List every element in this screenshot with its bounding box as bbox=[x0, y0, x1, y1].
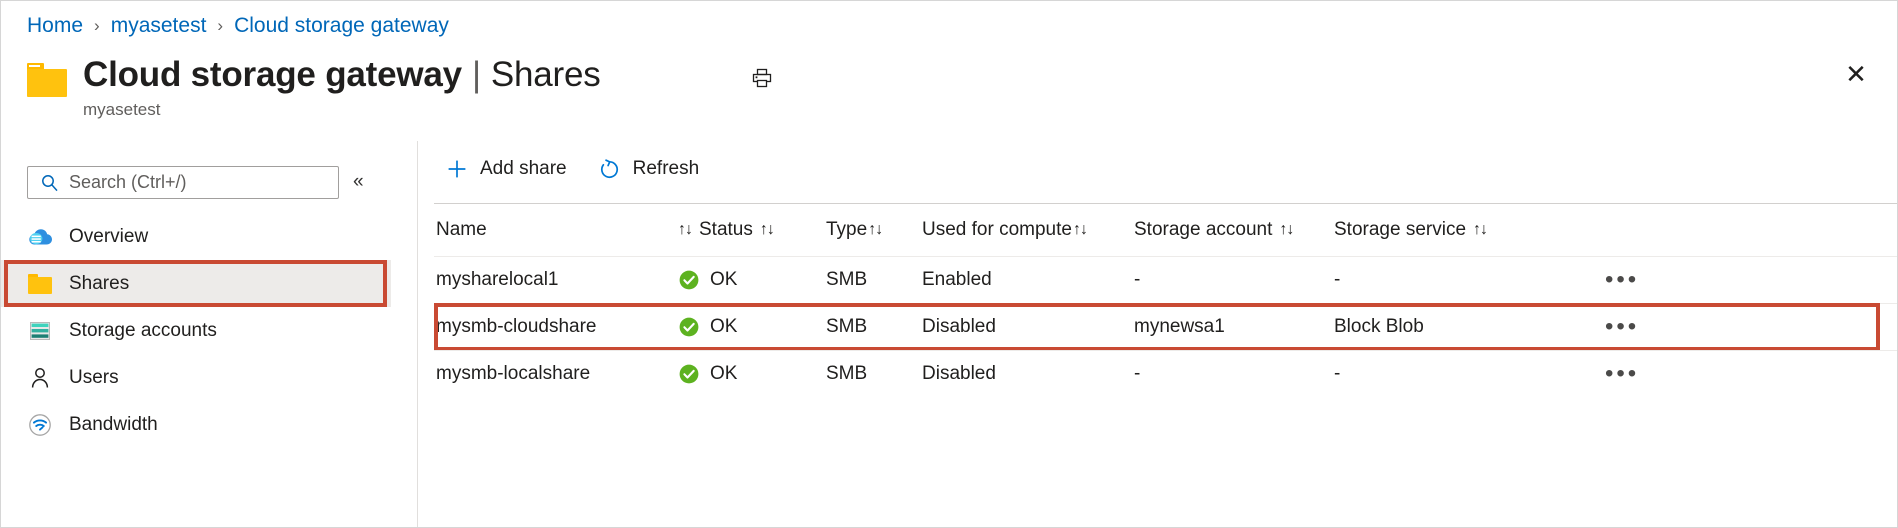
refresh-button[interactable]: Refresh bbox=[587, 151, 712, 187]
azure-portal-screen: Home › myasetest › Cloud storage gateway… bbox=[0, 0, 1898, 528]
print-icon[interactable] bbox=[745, 61, 779, 95]
cell-status: OK bbox=[676, 269, 824, 291]
breadcrumb-separator: › bbox=[217, 17, 223, 34]
cell-used-for-compute: Enabled bbox=[920, 269, 1132, 291]
breadcrumb-separator: › bbox=[94, 17, 100, 34]
sidebar-item-overview[interactable]: Overview bbox=[1, 213, 391, 260]
sort-icon[interactable]: ↑↓ bbox=[868, 221, 882, 239]
row-menu-button[interactable]: ••• bbox=[1605, 322, 1639, 332]
sidebar-item-label: Users bbox=[69, 367, 119, 389]
cell-type: SMB bbox=[824, 269, 920, 291]
refresh-label: Refresh bbox=[633, 158, 700, 180]
sort-icon[interactable]: ↑↓ bbox=[760, 221, 774, 239]
check-circle-icon bbox=[678, 363, 700, 385]
folder-icon bbox=[27, 271, 53, 297]
sidebar-item-label: Storage accounts bbox=[69, 320, 217, 342]
add-share-label: Add share bbox=[480, 158, 567, 180]
row-menu-button[interactable]: ••• bbox=[1605, 369, 1639, 379]
breadcrumb: Home › myasetest › Cloud storage gateway bbox=[27, 11, 449, 41]
column-label: Type bbox=[826, 219, 867, 241]
sidebar-item-bandwidth[interactable]: Bandwidth bbox=[1, 401, 391, 448]
sort-icon[interactable]: ↑↓ bbox=[1279, 221, 1293, 239]
command-bar: Add share Refresh bbox=[434, 149, 719, 189]
cell-status: OK bbox=[676, 316, 824, 338]
search-input[interactable]: Search (Ctrl+/) bbox=[27, 166, 339, 199]
storage-accounts-icon bbox=[27, 318, 53, 344]
cell-actions: ••• bbox=[1527, 322, 1897, 332]
cell-name: mysmb-cloudshare bbox=[434, 316, 676, 338]
breadcrumb-item-home[interactable]: Home bbox=[27, 14, 83, 38]
cell-name: mysmb-localshare bbox=[434, 363, 676, 385]
close-icon[interactable]: ✕ bbox=[1839, 57, 1873, 91]
column-header-name[interactable]: Name bbox=[434, 219, 676, 241]
column-header-type[interactable]: Type ↑↓ bbox=[824, 219, 920, 241]
search-placeholder: Search (Ctrl+/) bbox=[69, 172, 187, 193]
table-row[interactable]: mysharelocal1 OK SMB Enabled - bbox=[434, 256, 1897, 303]
column-label: Status bbox=[699, 219, 753, 241]
page-subtitle: myasetest bbox=[83, 99, 601, 121]
sidebar-item-label: Shares bbox=[69, 273, 129, 295]
column-label: Name bbox=[436, 219, 487, 241]
page-title-block: Cloud storage gateway | Shares myasetest bbox=[27, 53, 601, 121]
search-icon bbox=[40, 173, 59, 192]
check-circle-icon bbox=[678, 316, 700, 338]
cell-used-for-compute: Disabled bbox=[920, 363, 1132, 385]
column-header-used-for-compute[interactable]: Used for compute ↑↓ bbox=[920, 219, 1132, 241]
cell-storage-account: - bbox=[1132, 363, 1332, 385]
sidebar-item-label: Bandwidth bbox=[69, 414, 158, 436]
shares-table: Name ↑↓ Status ↑↓ Type ↑↓ Used for compu… bbox=[434, 203, 1897, 397]
page-title: Cloud storage gateway | Shares bbox=[83, 53, 601, 97]
cell-storage-service: - bbox=[1332, 269, 1527, 291]
table-row[interactable]: mysmb-cloudshare OK SMB Disabled m bbox=[434, 303, 1897, 350]
page-title-divider: | bbox=[472, 53, 481, 97]
cell-status-label: OK bbox=[710, 363, 737, 385]
cloud-icon bbox=[27, 224, 53, 250]
sidebar-item-users[interactable]: Users bbox=[1, 354, 391, 401]
cell-actions: ••• bbox=[1527, 369, 1897, 379]
sidebar-nav-list: Overview Shares bbox=[1, 213, 391, 448]
cell-actions: ••• bbox=[1527, 275, 1897, 285]
breadcrumb-item-cloud-storage-gateway[interactable]: Cloud storage gateway bbox=[234, 14, 449, 38]
column-label: Used for compute bbox=[922, 219, 1072, 241]
refresh-icon bbox=[599, 158, 621, 180]
column-label: Storage account bbox=[1134, 219, 1272, 241]
user-icon bbox=[27, 365, 53, 391]
column-label: Storage service bbox=[1334, 219, 1466, 241]
plus-icon bbox=[446, 158, 468, 180]
sort-icon[interactable]: ↑↓ bbox=[678, 221, 692, 239]
sort-icon[interactable]: ↑↓ bbox=[1473, 221, 1487, 239]
page-title-section: Shares bbox=[491, 53, 601, 97]
sidebar: Search (Ctrl+/) « Overview bbox=[1, 141, 391, 527]
sidebar-item-label: Overview bbox=[69, 226, 148, 248]
bandwidth-icon bbox=[27, 412, 53, 438]
cell-type: SMB bbox=[824, 316, 920, 338]
sort-icon[interactable]: ↑↓ bbox=[1073, 221, 1087, 239]
cell-used-for-compute: Disabled bbox=[920, 316, 1132, 338]
cell-storage-service: - bbox=[1332, 363, 1527, 385]
cell-storage-account: mynewsa1 bbox=[1132, 316, 1332, 338]
sidebar-item-storage-accounts[interactable]: Storage accounts bbox=[1, 307, 391, 354]
cell-status: OK bbox=[676, 363, 824, 385]
cell-storage-service: Block Blob bbox=[1332, 316, 1527, 338]
cell-name: mysharelocal1 bbox=[434, 269, 676, 291]
breadcrumb-item-myasetest[interactable]: myasetest bbox=[111, 14, 207, 38]
cell-storage-account: - bbox=[1132, 269, 1332, 291]
cell-status-label: OK bbox=[710, 269, 737, 291]
page-title-resource: Cloud storage gateway bbox=[83, 53, 462, 97]
cell-status-label: OK bbox=[710, 316, 737, 338]
sidebar-item-shares[interactable]: Shares bbox=[1, 260, 391, 307]
row-menu-button[interactable]: ••• bbox=[1605, 275, 1639, 285]
collapse-sidebar-button[interactable]: « bbox=[353, 171, 364, 193]
table-header-row: Name ↑↓ Status ↑↓ Type ↑↓ Used for compu… bbox=[434, 204, 1897, 256]
main-content: Add share Refresh Name ↑↓ bbox=[417, 141, 1897, 527]
column-header-status[interactable]: ↑↓ Status ↑↓ bbox=[676, 219, 824, 241]
column-header-storage-service[interactable]: Storage service ↑↓ bbox=[1332, 219, 1527, 241]
table-row[interactable]: mysmb-localshare OK SMB Disabled - bbox=[434, 350, 1897, 397]
add-share-button[interactable]: Add share bbox=[434, 151, 579, 187]
cell-type: SMB bbox=[824, 363, 920, 385]
column-header-storage-account[interactable]: Storage account ↑↓ bbox=[1132, 219, 1332, 241]
check-circle-icon bbox=[678, 269, 700, 291]
folder-icon bbox=[27, 63, 67, 97]
